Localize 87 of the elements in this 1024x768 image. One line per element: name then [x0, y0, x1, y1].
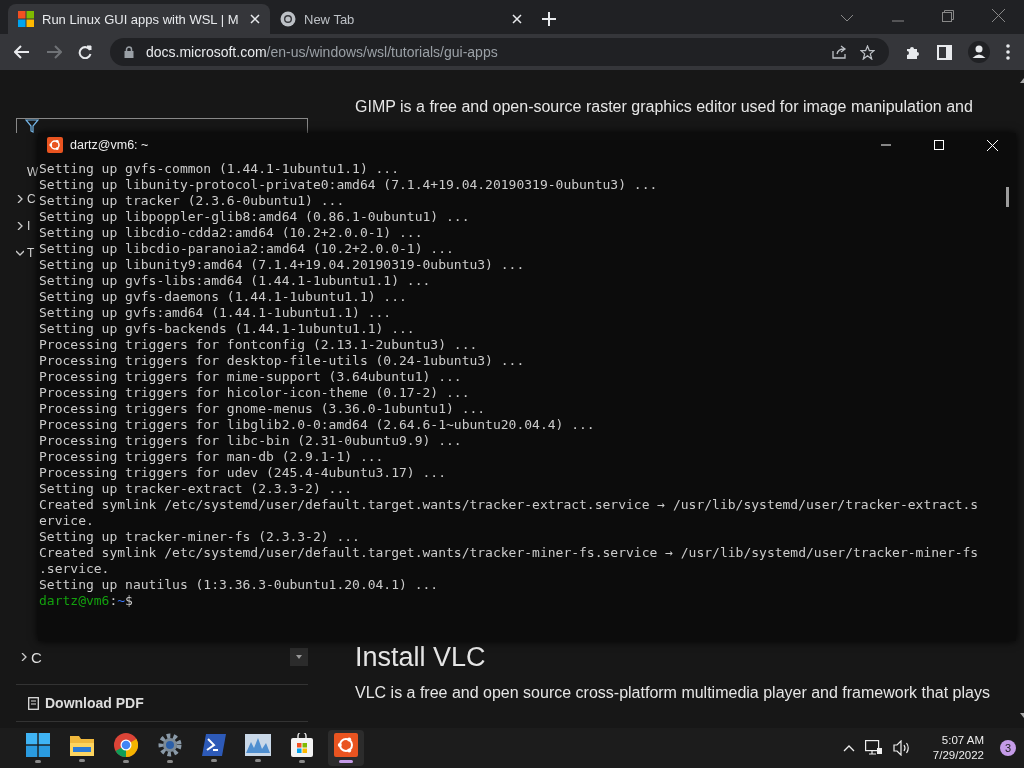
chrome-icon: [114, 733, 138, 757]
browser-tab[interactable]: New Tab: [270, 4, 532, 34]
new-tab-icon[interactable]: [542, 12, 556, 26]
tab-title: New Tab: [304, 11, 356, 27]
terminal-line: Setting up nautilus (1:3.36.3-0ubuntu1.20.04.1) ...: [39, 577, 440, 593]
terminal-line: Processing triggers for libglib2.0-0:amd64 (2.64.6-1~ubuntu20.04.4) ...: [39, 417, 596, 433]
chevron-right-icon[interactable]: [20, 653, 28, 661]
nav-item[interactable]: W: [27, 165, 39, 179]
lock-icon: [124, 46, 134, 58]
nav-item[interactable]: T: [27, 246, 35, 260]
terminal-line: Setting up tracker (2.3.6-0ubuntu1) ...: [39, 193, 346, 209]
clock-date[interactable]: 7/29/2022: [932, 748, 984, 763]
terminal-line: Setting up libcdio-cdda2:amd64 (10.2+2.0.0-1) ...: [39, 225, 424, 241]
nav-item[interactable]: C: [31, 648, 42, 666]
terminal-line: Setting up gvfs-libs:amd64 (1.44.1-1ubuntu1.1) ...: [39, 273, 432, 289]
chevron-down-icon[interactable]: [16, 249, 24, 257]
terminal-line: Processing triggers for fontconfig (2.13.1-2ubuntu3) ...: [39, 337, 479, 353]
terminal-line: Processing triggers for udev (245.4-4ubuntu3.17) ...: [39, 465, 447, 481]
terminal-line: Setting up libunity-protocol-private0:amd64 (7.1.4+19.04.20190319-0ubuntu3) ...: [39, 177, 659, 193]
terminal-line: Created symlink /etc/systemd/user/default.target.wants/tracker-miner-fs.service → /usr/lib/systemd/user/tracker-miner-fs: [39, 545, 980, 561]
back-icon[interactable]: [14, 45, 30, 59]
filter-icon: [25, 119, 39, 133]
terminal-line: Processing triggers for gnome-menus (3.36.0-1ubuntu1) ...: [39, 401, 487, 417]
prompt-user: dartz@vm6: [39, 593, 110, 608]
terminal-line: .service.: [39, 561, 111, 577]
paragraph: GIMP is a free and open-source raster graphics editor used for image manipulation and: [355, 98, 974, 116]
share-icon[interactable]: [832, 45, 848, 59]
window-title: dartz@vm6: ~: [70, 138, 149, 152]
taskbar-app[interactable]: [328, 730, 364, 766]
terminal-line: Setting up tracker-extract (2.3.3-2) ...: [39, 481, 354, 497]
folder-icon: [70, 734, 94, 756]
chevron-up-icon[interactable]: [842, 744, 855, 752]
gear-icon: [158, 733, 182, 757]
chart-window-icon: [245, 734, 271, 756]
terminal-prompt-icon: [202, 734, 226, 756]
section-heading: Install VLC: [355, 642, 487, 672]
document-icon: [28, 696, 39, 710]
windows-logo-icon: [26, 733, 50, 757]
scroll-thumb[interactable]: [1006, 187, 1009, 207]
terminal-line: Setting up gvfs:amd64 (1.44.1-1ubuntu1.1) ...: [39, 305, 393, 321]
terminal-line: Processing triggers for man-db (2.9.1-1) ...: [39, 449, 385, 465]
restore-icon[interactable]: [942, 10, 954, 22]
terminal-line: Setting up libpoppler-glib8:amd64 (0.86.1-0ubuntu1) ...: [39, 209, 471, 225]
clock-time[interactable]: 5:07 AM: [941, 733, 984, 748]
terminal-line: Setting up gvfs-common (1.44.1-1ubuntu1.1) ...: [39, 161, 401, 177]
windows-logo-icon: [18, 11, 34, 27]
star-icon[interactable]: [860, 44, 875, 60]
paragraph: VLC is a free and open source cross-platform multimedia player and framework that plays: [355, 684, 990, 702]
browser-tab[interactable]: Run Linux GUI apps with WSL | M: [8, 4, 270, 34]
prompt-separator: :: [109, 593, 118, 608]
nav-item[interactable]: C: [27, 192, 36, 206]
address-bar[interactable]: docs.microsoft.com/en-us/windows/wsl/tutorials/gui-apps: [110, 38, 889, 66]
volume-icon[interactable]: [892, 740, 911, 756]
chevron-down-icon[interactable]: [840, 14, 854, 22]
tab-title: Run Linux GUI apps with WSL | M: [42, 11, 240, 27]
terminal-line: Processing triggers for hicolor-icon-theme (0.17-2) ...: [39, 385, 471, 401]
prompt-path: ~: [117, 593, 126, 608]
menu-icon[interactable]: [1006, 44, 1010, 60]
terminal-line: Processing triggers for desktop-file-utils (0.24-1ubuntu3) ...: [39, 353, 526, 369]
dropdown-icon[interactable]: [290, 648, 308, 666]
terminal-line: Setting up tracker-miner-fs (2.3.3-2) ...: [39, 529, 361, 545]
forward-icon[interactable]: [46, 45, 62, 59]
chevron-right-icon[interactable]: [16, 195, 24, 203]
prompt-symbol: $: [125, 593, 133, 608]
reload-icon[interactable]: [78, 45, 92, 59]
shopping-bag-icon: [291, 733, 313, 757]
url-text: docs.microsoft.com/en-us/windows/wsl/tutorials/gui-apps: [146, 44, 498, 60]
terminal-line: ervice.: [39, 513, 95, 529]
network-icon[interactable]: [864, 740, 883, 756]
ubuntu-icon: [334, 733, 358, 757]
chrome-icon: [280, 11, 296, 27]
terminal-line: Setting up gvfs-backends (1.44.1-1ubuntu1.1) ...: [39, 321, 416, 337]
side-panel-icon[interactable]: [937, 44, 952, 60]
chevron-right-icon[interactable]: [16, 222, 24, 230]
notification-badge[interactable]: 3: [1000, 740, 1016, 756]
download-pdf-link[interactable]: Download PDF: [16, 684, 308, 722]
profile-icon[interactable]: [968, 41, 990, 63]
terminal-line: Setting up libunity9:amd64 (7.1.4+19.04.20190319-0ubuntu3) ...: [39, 257, 526, 273]
puzzle-icon[interactable]: [905, 44, 921, 60]
maximize-icon[interactable]: [934, 140, 944, 150]
terminal-line: Setting up libcdio-paranoia2:amd64 (10.2+2.0.0-1) ...: [39, 241, 455, 257]
terminal-line: Created symlink /etc/systemd/user/default.target.wants/tracker-extract.service → /usr/lib/systemd/user/tracker-extract.s: [39, 497, 980, 513]
nav-item[interactable]: I: [27, 219, 31, 233]
terminal-line: Processing triggers for mime-support (3.64ubuntu1) ...: [39, 369, 463, 385]
ubuntu-icon: [47, 137, 63, 153]
terminal-line: Setting up gvfs-daemons (1.44.1-1ubuntu1.1) ...: [39, 289, 408, 305]
terminal-line: Processing triggers for libc-bin (2.31-0ubuntu9.9) ...: [39, 433, 463, 449]
